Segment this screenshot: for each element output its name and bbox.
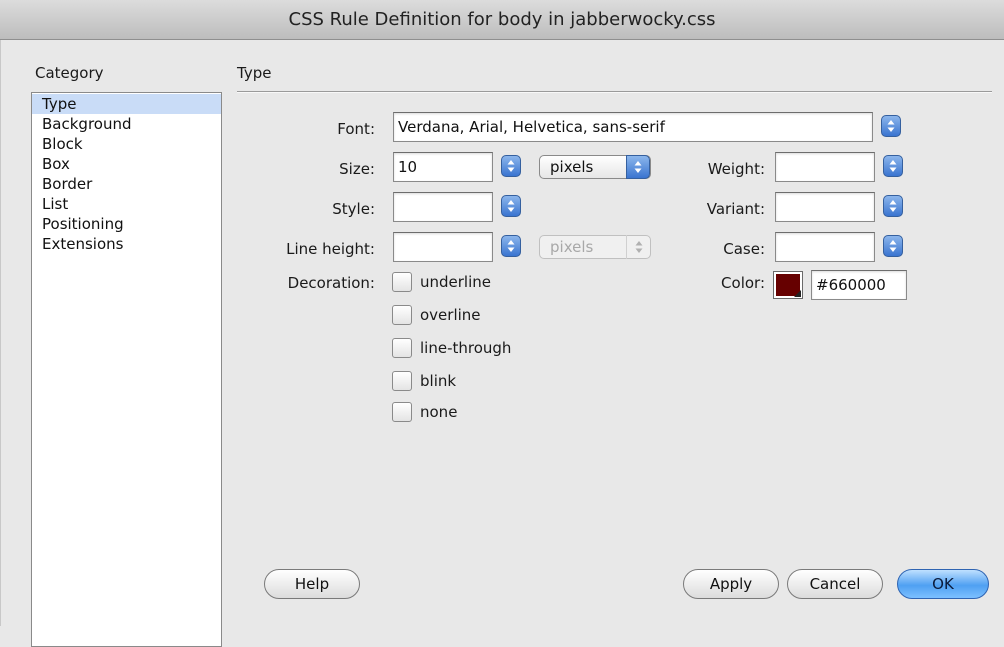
cancel-button[interactable]: Cancel [787, 569, 883, 599]
line-height-unit-arrows [626, 235, 650, 259]
style-label: Style: [332, 200, 375, 218]
line-height-unit-popup[interactable]: pixels [539, 235, 651, 259]
weight-field[interactable] [775, 152, 875, 182]
window-title-bar: CSS Rule Definition for body in jabberwo… [0, 0, 1004, 40]
section-divider [237, 91, 992, 93]
up-down-arrows-icon [889, 160, 897, 172]
category-list: Type Background Block Box Border List Po… [31, 92, 222, 647]
dropdown-corner-icon [794, 290, 801, 297]
font-field[interactable]: Verdana, Arial, Helvetica, sans-serif [393, 112, 873, 142]
color-swatch-button[interactable] [773, 271, 803, 299]
line-height-unit-value: pixels [550, 238, 594, 256]
variant-field[interactable] [775, 192, 875, 222]
size-field[interactable]: 10 [393, 152, 493, 182]
line-height-dropdown-button[interactable] [501, 235, 521, 257]
category-heading: Category [35, 64, 104, 82]
ok-button[interactable]: OK [897, 569, 989, 599]
apply-button[interactable]: Apply [683, 569, 779, 599]
decoration-label: Decoration: [287, 274, 375, 292]
up-down-arrows-icon [634, 161, 642, 173]
weight-label: Weight: [707, 160, 765, 178]
up-down-arrows-icon [507, 240, 515, 252]
style-field[interactable] [393, 192, 493, 222]
up-down-arrows-icon [887, 120, 895, 132]
category-item-border[interactable]: Border [32, 174, 221, 194]
line-through-checkbox[interactable] [392, 338, 412, 358]
font-label: Font: [337, 120, 375, 138]
underline-checkbox[interactable] [392, 272, 412, 292]
category-item-box[interactable]: Box [32, 154, 221, 174]
size-unit-popup[interactable]: pixels [539, 155, 651, 179]
none-checkbox[interactable] [392, 402, 412, 422]
size-unit-value: pixels [550, 158, 594, 176]
line-height-label: Line height: [286, 240, 375, 258]
category-item-background[interactable]: Background [32, 114, 221, 134]
category-item-block[interactable]: Block [32, 134, 221, 154]
category-item-type[interactable]: Type [32, 94, 221, 114]
case-label: Case: [723, 240, 765, 258]
up-down-arrows-icon [889, 240, 897, 252]
section-title: Type [237, 64, 272, 82]
style-dropdown-button[interactable] [501, 195, 521, 217]
color-hex-field[interactable]: #660000 [811, 270, 907, 300]
overline-checkbox[interactable] [392, 305, 412, 325]
category-item-list[interactable]: List [32, 194, 221, 214]
none-label: none [420, 403, 458, 421]
line-height-field[interactable] [393, 232, 493, 262]
window-title: CSS Rule Definition for body in jabberwo… [288, 9, 716, 30]
color-label: Color: [721, 274, 765, 292]
underline-label: underline [420, 273, 492, 291]
up-down-arrows-icon [635, 241, 642, 253]
size-unit-arrows [626, 155, 650, 179]
case-dropdown-button[interactable] [883, 235, 903, 257]
size-label: Size: [339, 160, 375, 178]
case-field[interactable] [775, 232, 875, 262]
variant-label: Variant: [706, 200, 765, 218]
variant-dropdown-button[interactable] [883, 195, 903, 217]
overline-label: overline [420, 306, 481, 324]
size-dropdown-button[interactable] [501, 155, 521, 177]
font-dropdown-button[interactable] [881, 115, 901, 137]
weight-dropdown-button[interactable] [883, 155, 903, 177]
up-down-arrows-icon [507, 160, 515, 172]
blink-checkbox[interactable] [392, 371, 412, 391]
up-down-arrows-icon [507, 200, 515, 212]
dialog-body: Category Type Background Block Box Borde… [0, 40, 1004, 647]
blink-label: blink [420, 372, 457, 390]
up-down-arrows-icon [889, 200, 897, 212]
line-through-label: line-through [420, 339, 512, 357]
help-button[interactable]: Help [264, 569, 360, 599]
category-item-positioning[interactable]: Positioning [32, 214, 221, 234]
category-item-extensions[interactable]: Extensions [32, 234, 221, 254]
